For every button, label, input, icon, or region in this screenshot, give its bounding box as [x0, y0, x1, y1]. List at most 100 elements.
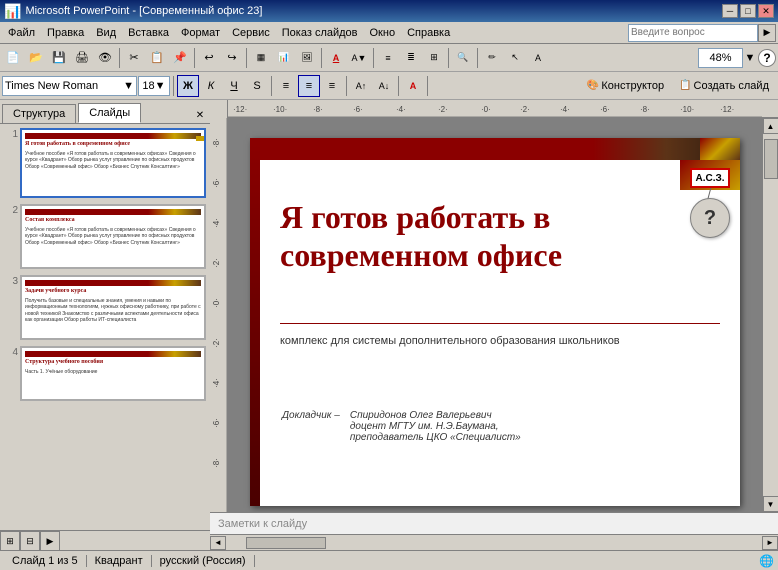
close-button[interactable]: ✕ — [758, 4, 774, 18]
save-button[interactable]: 💾 — [48, 47, 70, 69]
bold-button[interactable]: Ж — [177, 75, 199, 97]
menu-slideshow[interactable]: Показ слайдов — [276, 25, 364, 41]
tab-structure[interactable]: Структура — [2, 104, 76, 123]
menu-view[interactable]: Вид — [90, 25, 122, 41]
presenter-row: Докладчик – Спиридонов Олег Валерьевич д… — [282, 410, 521, 443]
slide-thumb-2[interactable]: Состав комплекса Учебное пособие «Я гото… — [20, 204, 206, 269]
slide-sorter-button[interactable]: ⊟ — [20, 531, 40, 550]
zoom-dropdown[interactable]: ▼ — [743, 47, 757, 69]
scroll-left-button[interactable]: ◄ — [210, 536, 226, 550]
maximize-button[interactable]: □ — [740, 4, 756, 18]
zoom-100-button[interactable]: 🔍 — [452, 47, 474, 69]
paste-button[interactable]: 📌 — [169, 47, 191, 69]
menu-file[interactable]: Файл — [2, 25, 41, 41]
slide-item-3[interactable]: 3 Задачи учебного курса Получить базовые… — [4, 275, 206, 340]
svg-text:·12·: ·12· — [233, 105, 247, 114]
menu-edit[interactable]: Правка — [41, 25, 90, 41]
new-button[interactable]: 📄 — [2, 47, 24, 69]
col3-button[interactable]: ⊞ — [423, 47, 445, 69]
slideshow-button[interactable]: ▶ — [40, 531, 60, 550]
horizontal-scrollbar[interactable]: ◄ ► — [210, 534, 778, 550]
h-scroll-track[interactable] — [226, 536, 762, 550]
comment-box[interactable]: А.С.З. — [690, 168, 730, 188]
help-button[interactable]: ? — [758, 49, 776, 67]
scroll-down-button[interactable]: ▼ — [763, 496, 778, 512]
scroll-thumb[interactable] — [764, 139, 778, 179]
app-window: 📊 Microsoft PowerPoint - [Современный оф… — [0, 0, 778, 570]
slide-title-line1: Я готов работать в — [280, 199, 550, 235]
menu-window[interactable]: Окно — [364, 25, 402, 41]
font-color-button[interactable]: A▼ — [348, 47, 370, 69]
designer-button[interactable]: 🎨 Конструктор — [580, 75, 671, 97]
scroll-up-button[interactable]: ▲ — [763, 118, 778, 134]
notes-area[interactable]: Заметки к слайду — [210, 512, 778, 534]
decrease-font-button[interactable]: A↓ — [373, 75, 395, 97]
sep-fmt3 — [346, 76, 347, 96]
preview-button[interactable]: 👁 — [94, 47, 116, 69]
align-right-button[interactable]: ≡ — [321, 75, 343, 97]
underline-button[interactable]: Ч — [223, 75, 245, 97]
col1-button[interactable]: ≡ — [377, 47, 399, 69]
svg-text:·2·: ·2· — [212, 258, 221, 268]
print-button[interactable]: 🖨 — [71, 47, 93, 69]
wordart-button[interactable]: A — [527, 47, 549, 69]
font-size-selector[interactable]: 18 ▼ — [138, 76, 170, 96]
normal-view-button[interactable]: ⊞ — [0, 531, 20, 550]
select-button[interactable]: ↖ — [504, 47, 526, 69]
slide-item-4[interactable]: 4 Структура учебного пособия Часть 1. Уч… — [4, 346, 206, 401]
slide-main-title[interactable]: Я готов работать в современном офисе — [280, 198, 660, 275]
slide-subtitle-text: комплекс для системы дополнительного обр… — [280, 335, 620, 347]
copy-button[interactable]: 📋 — [146, 47, 168, 69]
question-balloon[interactable]: ? — [690, 198, 730, 238]
h-scroll-thumb[interactable] — [246, 537, 326, 549]
menu-insert[interactable]: Вставка — [122, 25, 175, 41]
insert-clip-button[interactable]: 🖼 — [296, 47, 318, 69]
ruler-corner-right — [762, 100, 778, 117]
open-button[interactable]: 📂 — [25, 47, 47, 69]
drawing-button[interactable]: ✏ — [481, 47, 503, 69]
slide-item-2[interactable]: 2 Состав комплекса Учебное пособие «Я го… — [4, 204, 206, 269]
svg-text:·12·: ·12· — [720, 105, 734, 114]
svg-text:·4·: ·4· — [212, 378, 221, 388]
help-search-button[interactable]: ▶ — [758, 24, 776, 42]
font-name-selector[interactable]: Times New Roman ▼ — [2, 76, 137, 96]
vertical-scrollbar[interactable]: ▲ ▼ — [762, 118, 778, 512]
text-color-button[interactable]: A — [325, 47, 347, 69]
menu-help[interactable]: Справка — [401, 25, 456, 41]
help-search-input[interactable] — [628, 24, 758, 42]
slide3-body: Получить базовые и специальные знания, у… — [25, 298, 201, 324]
strikethrough-button[interactable]: S — [246, 75, 268, 97]
new-slide-button[interactable]: 📋 Создать слайд — [672, 75, 776, 97]
slide-thumb-4[interactable]: Структура учебного пособия Часть 1. Учён… — [20, 346, 206, 401]
slide-canvas[interactable]: Я готов работать в современном офисе ком… — [228, 118, 762, 512]
slide-thumb-1[interactable]: Я готов работать в современном офисе Уче… — [20, 128, 206, 198]
slide-presenter-block[interactable]: Докладчик – Спиридонов Олег Валерьевич д… — [280, 408, 720, 445]
svg-text:·8·: ·8· — [313, 105, 323, 114]
slide-thumb-3[interactable]: Задачи учебного курса Получить базовые и… — [20, 275, 206, 340]
minimize-button[interactable]: ─ — [722, 4, 738, 18]
scroll-right-button[interactable]: ► — [762, 536, 778, 550]
increase-font-button[interactable]: A↑ — [350, 75, 372, 97]
col2-button[interactable]: ≣ — [400, 47, 422, 69]
scroll-track[interactable] — [763, 134, 778, 496]
slide-thumbnails-panel[interactable]: 1 Я готов работать в современном офисе У… — [0, 124, 210, 530]
vertical-ruler: ·8· ·6· ·4· ·2· ·0· ·2· ·4· ·6· ·8· — [210, 118, 228, 512]
insert-table-button[interactable]: ▦ — [250, 47, 272, 69]
cut-button[interactable]: ✂ — [123, 47, 145, 69]
panel-close-button[interactable]: ✕ — [192, 107, 208, 123]
presenter-table: Докладчик – Спиридонов Олег Валерьевич д… — [280, 408, 523, 445]
menu-tools[interactable]: Сервис — [226, 25, 276, 41]
menu-format[interactable]: Формат — [175, 25, 226, 41]
italic-button[interactable]: К — [200, 75, 222, 97]
tab-slides[interactable]: Слайды — [78, 103, 141, 123]
slide1-title: Я готов работать в современном офисе — [25, 141, 201, 149]
slide-subtitle[interactable]: комплекс для системы дополнительного обр… — [280, 333, 720, 350]
undo-button[interactable]: ↩ — [198, 47, 220, 69]
slide-item-1[interactable]: 1 Я готов работать в современном офисе У… — [4, 128, 206, 198]
align-center-button[interactable]: ≡ — [298, 75, 320, 97]
font-color-fmt-button[interactable]: A — [402, 75, 424, 97]
align-left-button[interactable]: ≡ — [275, 75, 297, 97]
insert-chart-button[interactable]: 📊 — [273, 47, 295, 69]
svg-text:·0·: ·0· — [212, 298, 221, 308]
redo-button[interactable]: ↪ — [221, 47, 243, 69]
